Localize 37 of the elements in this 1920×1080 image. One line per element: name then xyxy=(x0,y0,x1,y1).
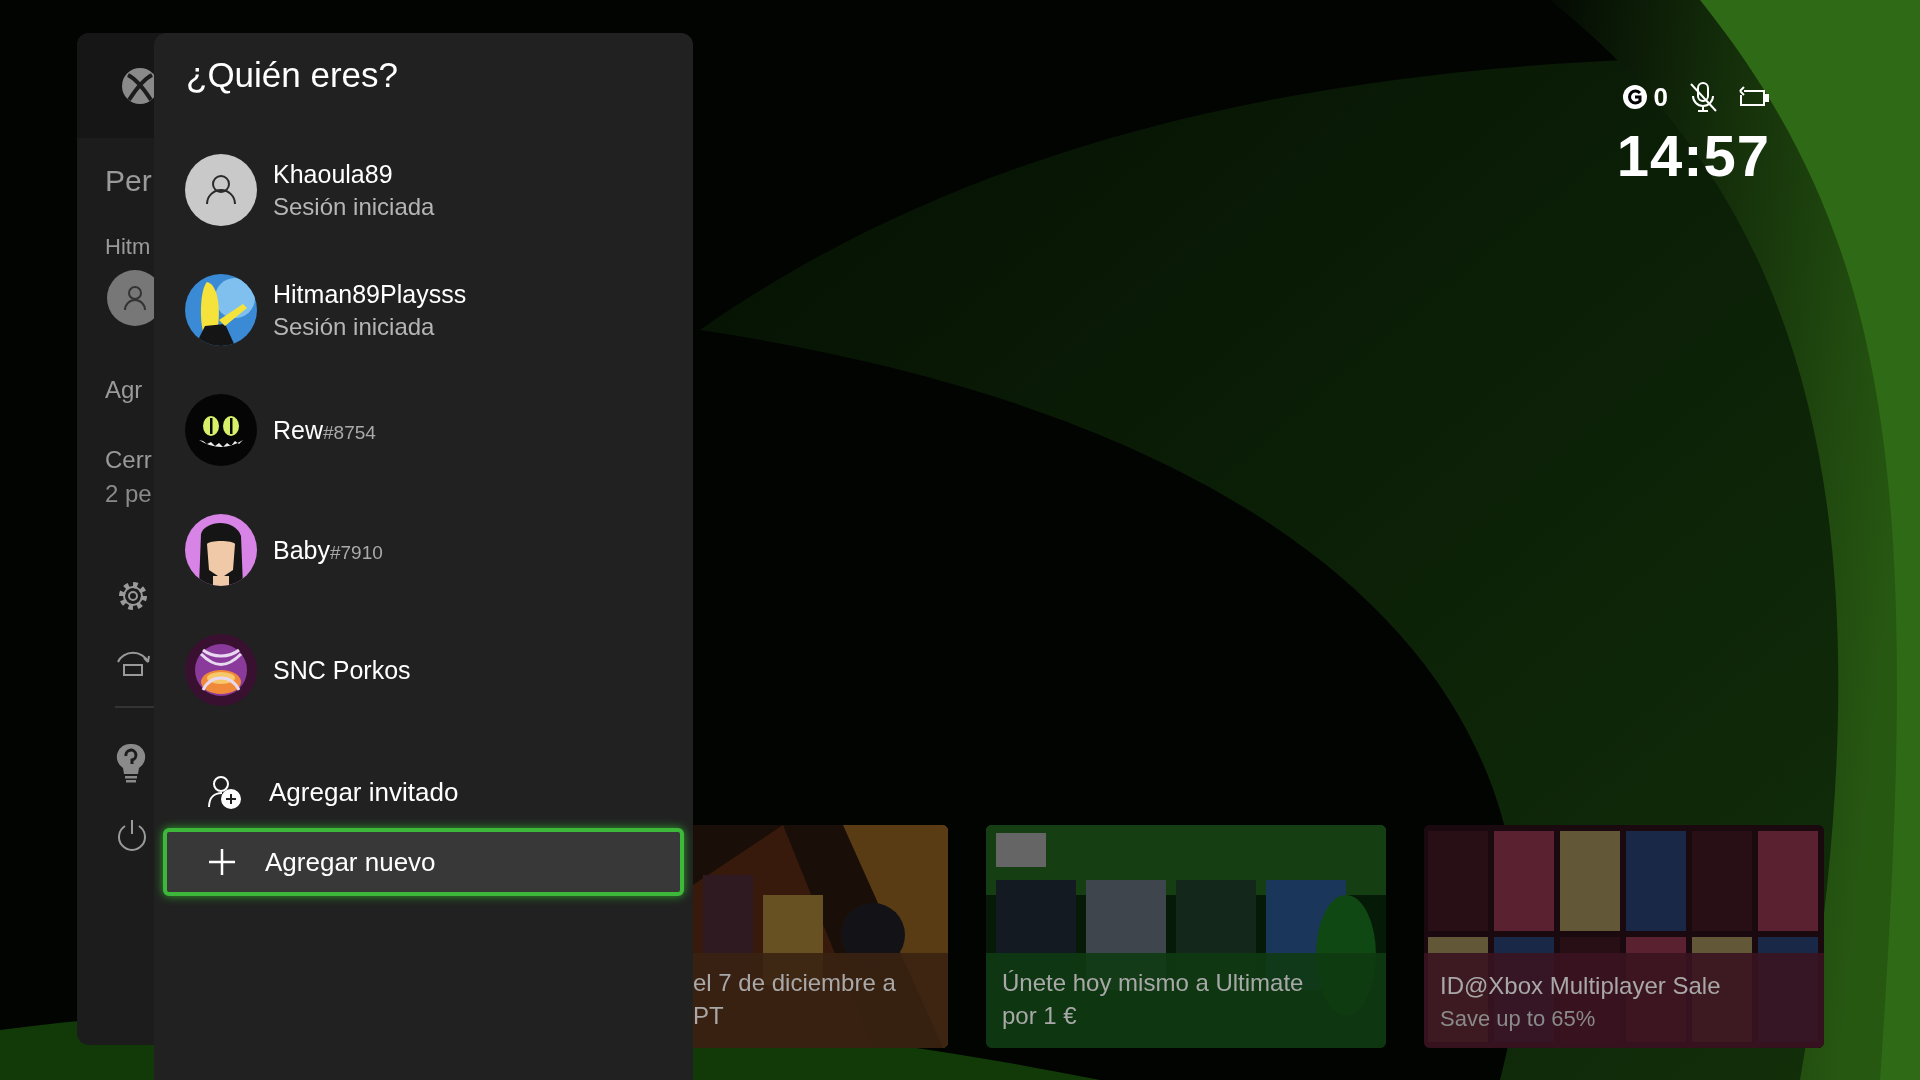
promo-tile[interactable]: Únete hoy mismo a Ultimate por 1 € xyxy=(986,825,1386,1048)
panel-heading: Per xyxy=(105,164,152,198)
add-guest-icon xyxy=(207,775,241,809)
avatar-icon xyxy=(185,154,257,226)
profile-item[interactable]: Baby#7910 xyxy=(154,490,693,610)
promo-tile[interactable]: ID@Xbox Multiplayer Sale Save up to 65% xyxy=(1424,825,1824,1048)
gamertag: Hitman89Playsss xyxy=(273,279,467,309)
battery-icon xyxy=(1738,85,1770,109)
menu-item[interactable]: Agr xyxy=(105,376,143,404)
account-label: Hitm xyxy=(105,234,151,260)
add-guest-button[interactable]: Agregar invitado xyxy=(163,760,684,824)
power-icon[interactable] xyxy=(115,818,149,854)
tile-title: ID@Xbox Multiplayer Sale xyxy=(1440,971,1722,1001)
menu-item[interactable]: Cerr xyxy=(105,446,152,474)
tile-title: Únete hoy mismo a Ultimate por 1 € xyxy=(1002,968,1305,1031)
menu-item-detail: 2 pe xyxy=(105,480,152,508)
gamertag: Baby#7910 xyxy=(273,535,383,565)
profile-item[interactable]: SNC Porkos xyxy=(154,610,693,730)
add-new-button[interactable]: Agregar nuevo xyxy=(163,828,684,896)
mic-off-icon[interactable] xyxy=(1688,81,1718,113)
sign-in-status: Sesión iniciada xyxy=(273,312,436,341)
help-icon[interactable] xyxy=(115,742,147,784)
points-icon xyxy=(1621,84,1648,110)
clock-time: 14:57 xyxy=(1616,122,1770,189)
promo-tile[interactable]: el 7 de diciembre a PT xyxy=(693,825,948,1048)
sign-in-status: Sesión iniciada xyxy=(273,192,435,221)
profile-item[interactable]: Rew#8754 xyxy=(154,370,693,490)
plus-icon xyxy=(207,847,237,877)
profile-item[interactable]: Hitman89Playsss Sesión iniciada xyxy=(154,250,693,370)
tile-title: el 7 de diciembre a PT xyxy=(693,968,897,1031)
gamertag: SNC Porkos xyxy=(273,655,411,685)
gamertag: Rew#8754 xyxy=(273,415,376,445)
points-count: 0 xyxy=(1653,81,1668,113)
gamertag: Khaoula89 xyxy=(273,159,394,189)
dialog-title: ¿Quién eres? xyxy=(186,54,400,96)
tile-subtitle: Save up to 65% xyxy=(1440,1006,1597,1032)
profile-item[interactable]: Khaoula89 Sesión iniciada xyxy=(154,130,693,250)
